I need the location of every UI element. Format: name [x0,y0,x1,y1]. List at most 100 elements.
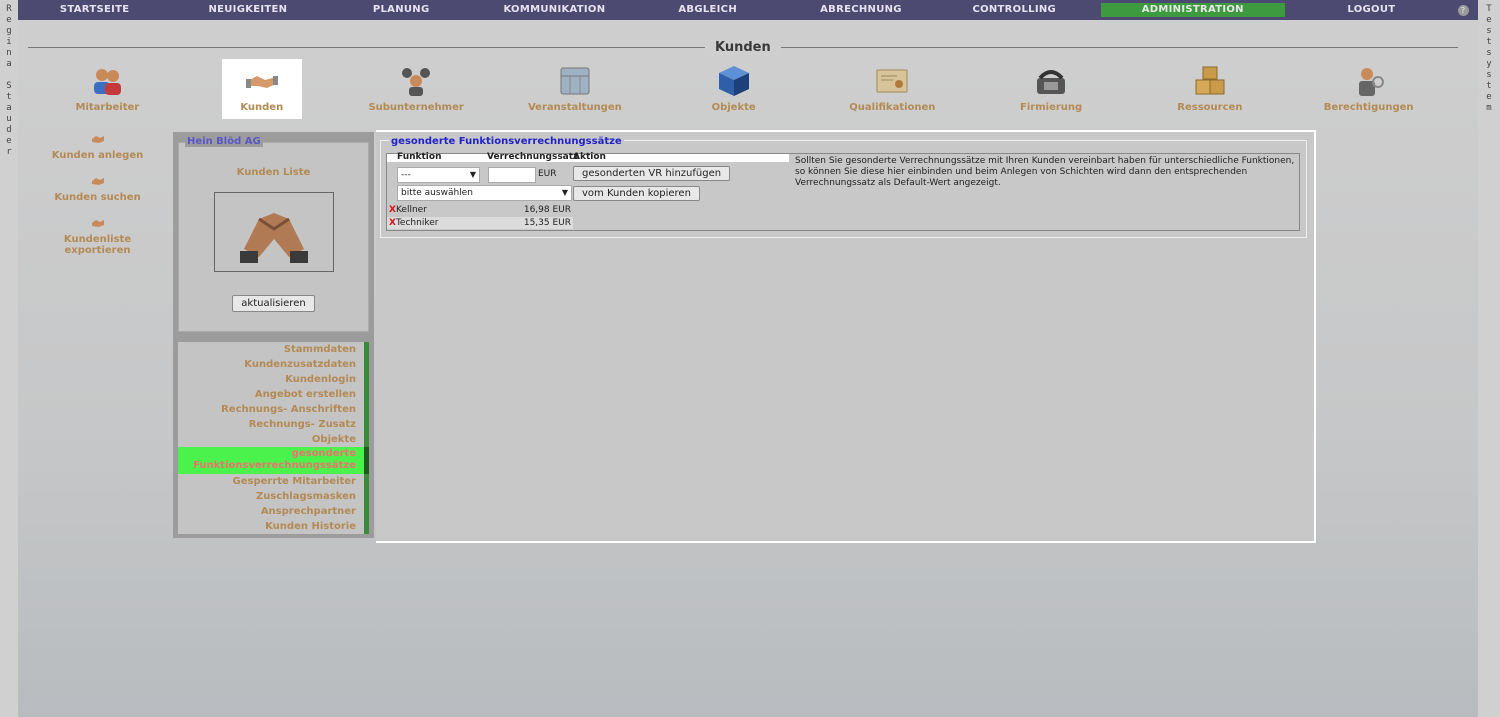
nav-abrechnung[interactable]: ABRECHNUNG [784,3,937,17]
strip-letter: u [6,114,12,124]
module-label: Kunden [240,102,284,113]
menu-ansprechpartner[interactable]: Ansprechpartner [178,504,369,519]
strip-letter: a [6,103,12,113]
delete-icon[interactable]: X [387,218,396,228]
phone-icon [1037,70,1066,94]
module-veranstaltungen[interactable]: Veranstaltungen [496,59,655,119]
nav-neuigkeiten[interactable]: NEUIGKEITEN [171,3,324,17]
admin-user-icon [1358,68,1384,96]
copy-select-value: bitte auswählen [401,188,473,198]
strip-letter: S [6,81,12,91]
customer-panel: Kunden Liste aktualisieren Hein Blöd AG … [173,132,374,538]
action-kunden-anlegen[interactable]: Kunden anlegen [30,133,165,161]
calendar-icon [560,67,590,95]
top-navigation: STARTSEITE NEUIGKEITEN PLANUNG KOMMUNIKA… [18,0,1478,20]
nav-kommunikation[interactable]: KOMMUNIKATION [478,3,631,17]
module-subunternehmer[interactable]: Subunternehmer [337,59,496,119]
system-name-strip: T e s t s y s t e m [1478,0,1500,717]
fvr-fieldset: gesonderte Funktionsverrechnungssätze Fu… [380,136,1307,238]
customer-image [213,192,334,272]
users-icon [94,69,122,95]
module-objekte[interactable]: Objekte [654,59,813,119]
handshake-icon [91,220,104,227]
strip-letter: a [6,59,12,69]
certificate-icon [876,69,908,93]
table-row: XKellner 16,98 EUR [387,204,573,216]
action-kunden-suchen[interactable]: Kunden suchen [30,175,165,203]
menu-angebot-erstellen[interactable]: Angebot erstellen [178,387,369,402]
copy-from-customer-button[interactable]: vom Kunden kopieren [573,186,700,201]
subcontractor-icon [402,68,431,96]
nav-administration[interactable]: ADMINISTRATION [1100,3,1285,17]
module-berechtigungen[interactable]: Berechtigungen [1289,59,1448,119]
handshake-icon [91,178,104,185]
nav-planung[interactable]: PLANUNG [325,3,478,17]
delete-icon[interactable]: X [387,205,396,215]
strip-letter: g [6,26,12,36]
strip-letter: s [1486,48,1492,58]
menu-kundenzusatzdaten[interactable]: Kundenzusatzdaten [178,357,369,372]
nav-logout[interactable]: LOGOUT [1295,3,1448,17]
module-label: Veranstaltungen [527,102,622,113]
strip-letter: r [6,147,12,157]
row-function: Kellner [395,205,427,215]
strip-letter: m [1486,103,1492,113]
kunden-liste-link[interactable]: Kunden Liste [179,167,368,178]
module-mitarbeiter[interactable]: Mitarbeiter [28,59,187,119]
module-kunden[interactable]: Kunden [221,59,302,119]
nav-startseite[interactable]: STARTSEITE [18,3,171,17]
user-name-strip: R e g i n a S t a u d e r [0,0,18,717]
copy-customer-select[interactable]: bitte auswählen ▼ [397,185,572,201]
menu-objekte[interactable]: Objekte [178,432,369,447]
menu-kunden-historie[interactable]: Kunden Historie [178,519,369,534]
menu-kundenlogin[interactable]: Kundenlogin [178,372,369,387]
fvr-inner-box: Funktion Verrechnungssatz Aktion --- ▼ E… [386,152,1300,231]
add-rate-button[interactable]: gesonderten VR hinzufügen [573,166,731,181]
strip-letter: s [1486,26,1492,36]
action-list: Kunden anlegen Kunden suchen Kundenliste… [30,133,165,270]
module-label: Berechtigungen [1323,102,1414,113]
table-row: XTechniker 15,35 EUR [387,217,573,229]
action-kundenliste-exportieren[interactable]: Kundenliste exportieren [30,217,165,256]
rate-input[interactable] [488,167,536,183]
module-label: Qualifikationen [849,102,936,113]
strip-letter: i [6,37,12,47]
action-label: Kundenliste exportieren [63,234,132,256]
menu-rechnungs-zusatz[interactable]: Rechnungs- Zusatz [178,417,369,432]
action-label: Kunden suchen [54,192,141,203]
nav-abgleich[interactable]: ABGLEICH [631,3,784,17]
strip-letter: n [6,48,12,58]
module-label: Subunternehmer [368,102,464,113]
chevron-down-icon: ▼ [469,170,476,179]
refresh-button[interactable]: aktualisieren [232,295,315,312]
menu-gesperrte-mitarbeiter[interactable]: Gesperrte Mitarbeiter [178,474,369,489]
strip-letter: e [6,15,12,25]
module-qualifikationen[interactable]: Qualifikationen [813,59,972,119]
module-label: Objekte [711,102,756,113]
strip-letter: t [6,92,12,102]
row-function: Techniker [395,218,439,228]
module-label: Mitarbeiter [75,102,140,113]
nav-controlling[interactable]: CONTROLLING [938,3,1091,17]
strip-letter: e [1486,15,1492,25]
menu-funktionsverrechnungssaetze[interactable]: gesonderte Funktionsverrechnungssätze [178,447,369,474]
cube-icon [718,66,749,96]
action-label: Kunden anlegen [51,150,144,161]
col-funktion: Funktion [397,152,442,162]
row-rate: 15,35 EUR [523,218,571,228]
help-icon: ? [1457,4,1469,16]
menu-stammdaten[interactable]: Stammdaten [178,342,369,357]
menu-rechnungs-anschriften[interactable]: Rechnungs- Anschriften [178,402,369,417]
handshake-icon [239,213,308,263]
module-ressourcen[interactable]: Ressourcen [1131,59,1290,119]
function-select[interactable]: --- ▼ [397,167,480,183]
boxes-icon [1195,66,1225,95]
menu-zuschlagsmasken[interactable]: Zuschlagsmasken [178,489,369,504]
module-firmierung[interactable]: Firmierung [972,59,1131,119]
table-header: Funktion Verrechnungssatz Aktion [387,152,789,162]
col-aktion: Aktion [573,152,606,162]
strip-letter: T [1486,4,1492,14]
module-bar: Mitarbeiter Kunden Subunternehmer Verans… [28,59,1448,119]
info-text: Sollten Sie gesonderte Verrechnungssätze… [795,156,1295,188]
help-button[interactable]: ? [1448,4,1478,16]
